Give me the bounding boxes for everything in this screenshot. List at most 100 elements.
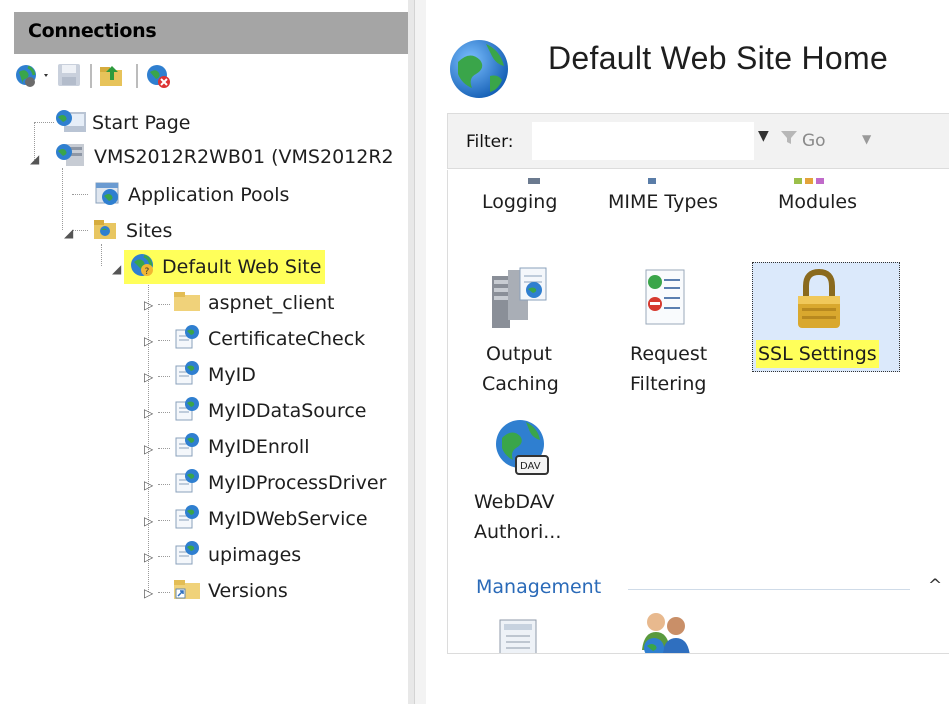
web-site-globe-icon: ? — [128, 251, 158, 284]
tree-item-aspnet-client[interactable]: aspnet_client — [172, 288, 334, 318]
feature-list: Logging MIME Types Modules Output Cachin… — [447, 170, 949, 654]
pane-splitter[interactable] — [414, 0, 426, 704]
expand-arrow-icon[interactable]: ▷ — [144, 298, 153, 312]
tree-item-label: Default Web Site — [162, 256, 322, 278]
tree-item-label: Versions — [208, 580, 288, 602]
application-pools-icon — [90, 179, 122, 212]
feature-configuration-editor[interactable] — [496, 618, 556, 653]
feature-output-caching[interactable]: Output Caching — [468, 260, 588, 400]
web-application-icon — [172, 396, 202, 427]
collapse-arrow-icon[interactable]: ◢ — [112, 262, 121, 276]
feature-label: Output — [486, 343, 552, 365]
filter-bar: Filter: ▼ Go ▼ — [447, 113, 949, 169]
tree-item-label: Sites — [126, 220, 173, 242]
page-title: Default Web Site Home — [548, 40, 889, 76]
web-application-icon — [172, 540, 202, 571]
tree-item-label: Application Pools — [128, 184, 290, 206]
tree-item-myidprocessdriver[interactable]: MyIDProcessDriver — [172, 468, 386, 498]
up-folder-icon[interactable] — [98, 62, 128, 90]
disconnect-icon[interactable] — [144, 62, 174, 90]
feature-label: Filtering — [630, 373, 707, 395]
tree-item-default-web-site[interactable]: ? Default Web Site — [124, 250, 326, 284]
tree-item-versions[interactable]: Versions — [172, 576, 288, 606]
web-site-globe-icon — [446, 36, 512, 102]
expand-arrow-icon[interactable]: ▷ — [144, 406, 153, 420]
filter-input[interactable] — [532, 122, 754, 160]
webdav-icon: DAV — [492, 416, 552, 486]
section-management-title: Management — [476, 576, 602, 598]
tree-item-certificatecheck[interactable]: CertificateCheck — [172, 324, 365, 354]
tree-item-myidwebservice[interactable]: MyIDWebService — [172, 504, 368, 534]
tree-item-label: MyIDProcessDriver — [208, 472, 387, 494]
folder-icon — [172, 288, 202, 319]
svg-text:?: ? — [145, 267, 150, 277]
filter-label: Filter: — [466, 132, 514, 152]
connections-pane: Connections Start Page ◢ VMS2012R2WB01 (… — [0, 0, 408, 704]
users-globe-icon — [634, 610, 698, 653]
request-filtering-icon — [640, 266, 690, 338]
feature-mime-types[interactable]: MIME Types — [598, 170, 748, 230]
configuration-editor-icon — [496, 618, 542, 653]
tree-item-label: Start Page — [92, 112, 191, 134]
web-application-icon — [172, 324, 202, 355]
feature-label: MIME Types — [608, 191, 718, 213]
feature-label: Caching — [482, 373, 559, 395]
web-application-icon — [172, 504, 202, 535]
expand-arrow-icon[interactable]: ▷ — [144, 550, 153, 564]
expand-arrow-icon[interactable]: ▷ — [144, 334, 153, 348]
connections-header: Connections — [14, 12, 408, 54]
go-dropdown-icon[interactable]: ▼ — [862, 132, 871, 146]
tree-item-label: MyIDEnroll — [208, 436, 310, 458]
sites-folder-icon — [90, 216, 120, 247]
tree-item-label: CertificateCheck — [208, 328, 366, 350]
padlock-icon — [792, 268, 846, 340]
web-application-icon — [172, 432, 202, 463]
connect-globe-icon[interactable] — [14, 62, 54, 90]
tree-item-label: MyID — [208, 364, 256, 386]
tree-item-myiddatasource[interactable]: MyIDDataSource — [172, 396, 367, 426]
feature-label: WebDAV — [474, 491, 555, 513]
collapse-arrow-icon[interactable]: ◢ — [30, 152, 39, 166]
feature-label: Logging — [482, 191, 558, 213]
feature-label: SSL Settings — [756, 340, 879, 368]
feature-iis-manager-permissions[interactable] — [634, 610, 704, 653]
tree-item-label: VMS2012R2WB01 (VMS2012R2 — [94, 146, 394, 168]
go-label: Go — [802, 130, 826, 151]
feature-ssl-settings[interactable]: SSL Settings — [752, 262, 900, 372]
filter-dropdown-icon[interactable]: ▼ — [758, 128, 769, 144]
expand-arrow-icon[interactable]: ▷ — [144, 370, 153, 384]
feature-label: Authori... — [474, 521, 562, 543]
start-page-icon — [54, 108, 90, 139]
expand-arrow-icon[interactable]: ▷ — [144, 478, 153, 492]
section-divider — [628, 589, 910, 590]
expand-arrow-icon[interactable]: ▷ — [144, 586, 153, 600]
tree-item-sites[interactable]: Sites — [90, 216, 172, 246]
tree-item-application-pools[interactable]: Application Pools — [90, 180, 289, 210]
tree-item-label: MyIDDataSource — [208, 400, 367, 422]
save-icon[interactable] — [56, 62, 84, 90]
funnel-icon — [780, 130, 798, 151]
server-icon — [54, 142, 90, 173]
feature-webdav-authoring[interactable]: DAV WebDAV Authori... — [468, 414, 588, 554]
expand-arrow-icon[interactable]: ▷ — [144, 442, 153, 456]
collapse-arrow-icon[interactable]: ◢ — [64, 226, 73, 240]
tree-item-start-page[interactable]: Start Page — [54, 108, 190, 138]
collapse-section-icon[interactable]: ^ — [928, 576, 942, 596]
toolbar-separator — [136, 64, 138, 88]
tree-item-myidenroll[interactable]: MyIDEnroll — [172, 432, 310, 462]
output-caching-icon — [490, 264, 552, 340]
toolbar-separator — [90, 64, 92, 88]
feature-label: Request — [630, 343, 708, 365]
web-application-icon — [172, 360, 202, 391]
feature-logging[interactable]: Logging — [448, 170, 588, 230]
go-button[interactable]: Go — [780, 130, 826, 151]
connections-toolbar — [14, 58, 408, 94]
feature-request-filtering[interactable]: Request Filtering — [616, 260, 736, 400]
expand-arrow-icon[interactable]: ▷ — [144, 514, 153, 528]
virtual-directory-icon — [172, 576, 202, 607]
tree-item-server[interactable]: VMS2012R2WB01 (VMS2012R2 — [54, 142, 394, 172]
tree-item-upimages[interactable]: upimages — [172, 540, 301, 570]
feature-modules[interactable]: Modules — [758, 170, 888, 230]
web-application-icon — [172, 468, 202, 499]
tree-item-myid[interactable]: MyID — [172, 360, 256, 390]
